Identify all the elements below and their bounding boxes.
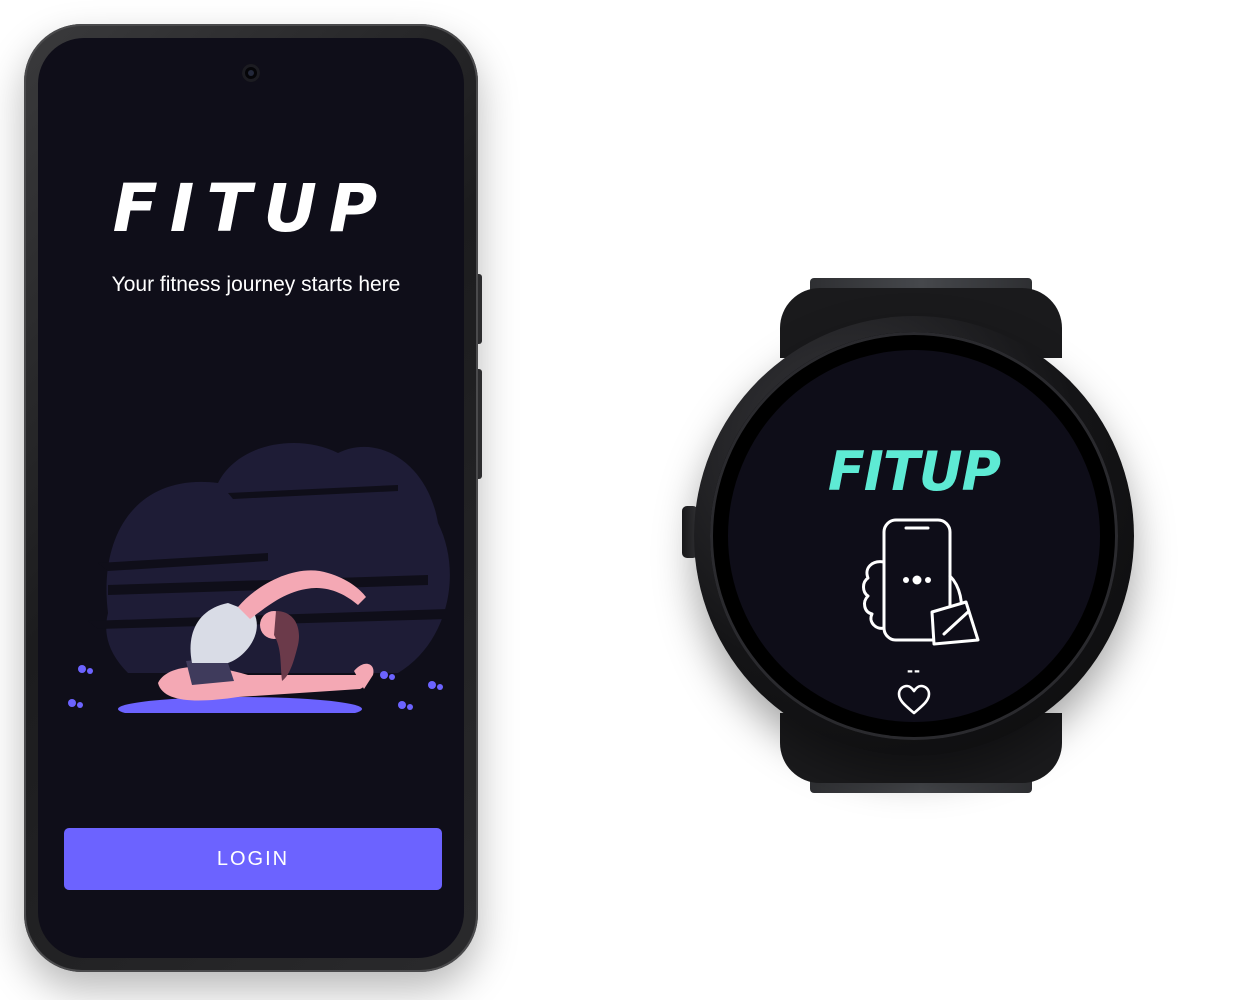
stage: FITUP Your fitness journey starts here L… xyxy=(0,0,1250,1000)
app-logo: FITUP xyxy=(112,170,390,247)
phone-device: FITUP Your fitness journey starts here L… xyxy=(24,24,482,972)
phone-in-hand-icon xyxy=(862,518,980,646)
heart-icon xyxy=(897,684,931,715)
yoga-mat xyxy=(118,697,362,713)
tagline: Your fitness journey starts here xyxy=(111,273,401,296)
yoga-illustration xyxy=(68,443,450,713)
watch-app-logo: FITUP xyxy=(827,440,1001,503)
watch-screen: FITUP -- xyxy=(728,350,1100,722)
smartwatch-device: FITUP -- xyxy=(680,278,1150,793)
phone-screen: FITUP Your fitness journey starts here L… xyxy=(38,38,464,958)
watch-case: FITUP -- xyxy=(694,316,1134,756)
watch-bezel: FITUP -- xyxy=(710,332,1118,740)
phone-volume-button xyxy=(478,369,482,479)
phone-power-button xyxy=(478,274,482,344)
heart-rate-value: -- xyxy=(907,660,921,680)
front-camera xyxy=(242,64,260,82)
login-button[interactable]: LOGIN xyxy=(64,828,442,890)
